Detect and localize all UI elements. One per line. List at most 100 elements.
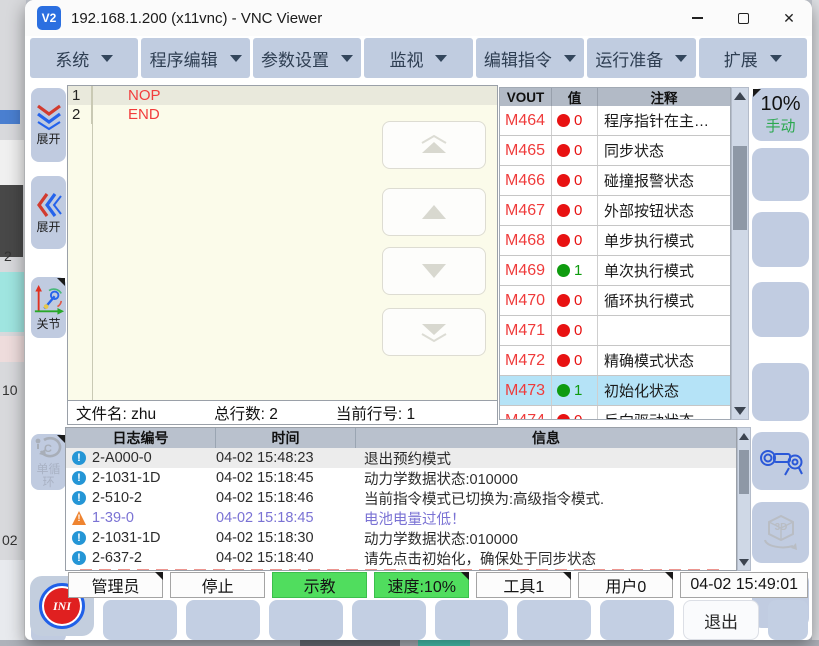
log-level-icon	[72, 551, 86, 565]
menu-button[interactable]: 系统	[30, 38, 138, 78]
soft-key-button[interactable]	[103, 600, 177, 640]
soft-key-button[interactable]	[768, 600, 808, 640]
table-row[interactable]: 2-510-2 04-02 15:18:46 当前指令模式已切换为:高级指令模式…	[66, 488, 736, 508]
scrollbar-thumb[interactable]	[733, 146, 747, 230]
desktop-fragment	[300, 640, 400, 646]
desktop-fragment	[0, 336, 24, 362]
table-row[interactable]: 2-1031-1D 04-02 15:18:30 动力学数据状态:010000	[66, 528, 736, 548]
minimize-button[interactable]	[674, 0, 720, 36]
status-dot-icon	[557, 114, 570, 127]
status-item[interactable]: 工具1	[476, 572, 571, 598]
vout-id: M472	[500, 346, 552, 375]
menu-button[interactable]: 监视	[364, 38, 472, 78]
status-dot-icon	[557, 294, 570, 307]
table-row[interactable]: M473 1 初始化状态	[500, 376, 730, 406]
scroll-up-button[interactable]	[738, 428, 750, 444]
vout-comment: 同步状态	[598, 136, 730, 165]
3d-view-button[interactable]: 3D	[752, 502, 809, 563]
table-row[interactable]: M466 0 碰撞报警状态	[500, 166, 730, 196]
code-line[interactable]: 1 NOP	[68, 86, 497, 105]
speed-mode-button[interactable]: 10% 手动	[752, 88, 809, 141]
vout-id: M471	[500, 316, 552, 345]
expand-left-button[interactable]: 展开	[31, 176, 66, 249]
line-up-button[interactable]	[382, 188, 486, 236]
menu-button[interactable]: 程序编辑	[141, 38, 249, 78]
single-loop-button[interactable]: C 单循环	[31, 434, 66, 490]
menu-button[interactable]: 参数设置	[253, 38, 361, 78]
table-row[interactable]: 1-39-0 04-02 15:18:45 电池电量过低！	[66, 508, 736, 528]
line-number: 1	[68, 86, 92, 105]
chevron-down-icon	[564, 55, 576, 62]
status-item[interactable]: 管理员	[68, 572, 163, 598]
vnc-logo-icon: V2	[37, 6, 61, 30]
menu-button[interactable]: 编辑指令	[476, 38, 584, 78]
status-item[interactable]: 示教	[272, 572, 367, 598]
status-item[interactable]: 停止	[170, 572, 265, 598]
joint-mode-button[interactable]: 关节	[31, 277, 66, 338]
vout-value-cell: 0	[552, 406, 598, 420]
scroll-up-button[interactable]	[732, 88, 748, 104]
status-dot-icon	[557, 384, 570, 397]
log-scrollbar[interactable]	[737, 427, 751, 571]
status-item[interactable]: 速度:10%	[374, 572, 469, 598]
table-row[interactable]: M464 0 程序指针在主…	[500, 106, 730, 136]
vout-comment: 碰撞报警状态	[598, 166, 730, 195]
page-down-button[interactable]	[382, 308, 486, 356]
expand-down-label: 展开	[36, 133, 60, 146]
menu-label: 监视	[389, 46, 423, 71]
exit-label: 退出	[704, 608, 738, 633]
screen: 2 10 02 V2 192.168.1.200 (x11vnc) - VNC …	[0, 0, 819, 646]
vout-header-comment: 注释	[598, 88, 730, 106]
table-row[interactable]: M471 0	[500, 316, 730, 346]
expand-down-button[interactable]: 展开	[31, 88, 66, 162]
soft-key-button[interactable]	[600, 600, 674, 640]
soft-key-button[interactable]	[517, 600, 591, 640]
table-row[interactable]: M468 0 单步执行模式	[500, 226, 730, 256]
table-row[interactable]: 2-1031-1D 04-02 15:18:45 动力学数据状态:010000	[66, 468, 736, 488]
status-item[interactable]: 04-02 15:49:01	[680, 572, 808, 598]
soft-key-button[interactable]	[752, 212, 809, 267]
table-row[interactable]: M470 0 循环执行模式	[500, 286, 730, 316]
status-label: 管理员	[92, 573, 140, 597]
mode-label: 手动	[765, 115, 795, 136]
vout-scrollbar[interactable]	[731, 87, 749, 420]
close-button[interactable]: ✕	[766, 0, 812, 36]
svg-text:C: C	[44, 443, 52, 455]
vout-value-cell: 1	[552, 376, 598, 405]
scroll-down-button[interactable]	[738, 554, 750, 570]
log-time: 04-02 15:18:45	[216, 470, 356, 486]
joint-mode-label: 关节	[36, 318, 60, 331]
vout-value: 0	[574, 172, 582, 189]
table-row[interactable]: M472 0 精确模式状态	[500, 346, 730, 376]
table-row[interactable]: 2-637-2 04-02 15:18:40 请先点击初始化，确保处于同步状态	[66, 548, 736, 568]
table-row[interactable]: M469 1 单次执行模式	[500, 256, 730, 286]
log-id: 2-637-2	[92, 550, 216, 566]
desktop-background-bottom	[0, 640, 819, 646]
line-down-button[interactable]	[382, 247, 486, 295]
page-up-button[interactable]	[382, 121, 486, 169]
vout-value-cell: 0	[552, 316, 598, 345]
soft-key-button[interactable]	[752, 148, 809, 201]
soft-key-button[interactable]	[186, 600, 260, 640]
soft-key-button[interactable]	[752, 282, 809, 337]
vout-value-cell: 0	[552, 106, 598, 135]
maximize-button[interactable]	[720, 0, 766, 36]
status-item[interactable]: 用户0	[578, 572, 673, 598]
soft-key-button[interactable]	[269, 600, 343, 640]
file-info-bar: 文件名: zhu 总行数: 2 当前行号: 1	[68, 400, 497, 424]
scrollbar-thumb[interactable]	[739, 450, 749, 494]
table-row[interactable]: M474 0 反向驱动状态	[500, 406, 730, 420]
gamepad-button[interactable]	[752, 432, 809, 490]
menu-button[interactable]: 运行准备	[587, 38, 695, 78]
vout-comment: 外部按钮状态	[598, 196, 730, 225]
soft-key-button[interactable]	[352, 600, 426, 640]
expand-left-label: 展开	[36, 221, 60, 234]
soft-key-button[interactable]	[435, 600, 509, 640]
table-row[interactable]: M465 0 同步状态	[500, 136, 730, 166]
menu-button[interactable]: 扩展	[699, 38, 807, 78]
soft-key-button[interactable]	[752, 363, 809, 421]
scroll-down-button[interactable]	[732, 403, 748, 419]
exit-button[interactable]: 退出	[683, 600, 759, 640]
table-row[interactable]: M467 0 外部按钮状态	[500, 196, 730, 226]
table-row[interactable]: 2-A000-0 04-02 15:48:23 退出预约模式	[66, 448, 736, 468]
